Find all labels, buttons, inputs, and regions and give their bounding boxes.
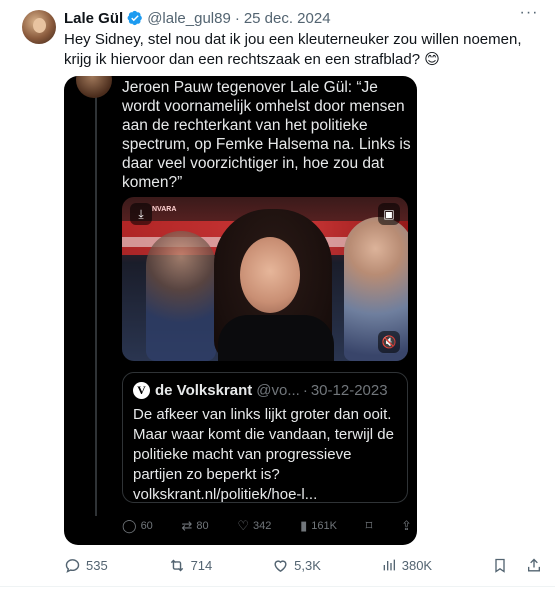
thread-line	[95, 96, 97, 516]
embedded-bookmark-button[interactable]: ⌑	[366, 518, 373, 534]
repost-count: 714	[190, 557, 213, 573]
author-avatar[interactable]	[22, 10, 56, 44]
embedded-views-button[interactable]: ▮ 161K	[300, 518, 337, 534]
embedded-like-count: 342	[253, 520, 272, 532]
embedded-reply-count: 60	[140, 520, 153, 532]
embedded-action-bar: ◯ 60 ⇄ 80 ♡ 342 ▮ 161K ⌑ ⇪	[122, 516, 412, 536]
woman-body	[218, 315, 334, 361]
embedded-like-button[interactable]: ♡ 342	[237, 518, 271, 534]
background-person-left	[146, 231, 216, 361]
woman-face	[240, 237, 300, 313]
quoted-author-handle: @vo...	[256, 382, 300, 399]
tweet-header: Lale Gül @lale_gul89 · 25 dec. 2024	[64, 9, 331, 27]
embedded-views-count: 161K	[311, 520, 337, 532]
embedded-quote-text: Jeroen Pauw tegenover Lale Gül: “Je word…	[122, 79, 411, 191]
views-button[interactable]: 380K	[381, 557, 432, 573]
repost-button[interactable]: 714	[168, 557, 213, 574]
header-separator: ·	[234, 9, 240, 27]
tweet-date[interactable]: 25 dec. 2024	[244, 10, 331, 27]
like-count: 5,3K	[294, 557, 321, 573]
channel-watermark: NVARA	[152, 206, 177, 213]
download-icon[interactable]: ⤓	[130, 203, 152, 225]
quoted-tweet-text: De afkeer van links lijkt groter dan ooi…	[133, 405, 401, 505]
embedded-share-button[interactable]: ⇪	[401, 518, 412, 534]
quoted-tweet[interactable]: V de Volkskrant @vo... · 30-12-2023 De a…	[122, 372, 408, 503]
volkskrant-logo-icon: V	[133, 382, 150, 399]
quoted-separator: ·	[302, 382, 308, 399]
views-count: 380K	[401, 557, 433, 573]
more-options-button[interactable]: ···	[519, 5, 539, 24]
video-player[interactable]: NVARA ⤓ ▣ 🔇	[122, 197, 408, 361]
repost-icon: ⇄	[181, 518, 193, 533]
reply-icon: ◯	[122, 518, 137, 533]
mute-icon[interactable]: 🔇	[378, 331, 400, 353]
quoted-text-body: De afkeer van links lijkt groter dan ooi…	[133, 406, 394, 483]
views-icon	[383, 559, 395, 571]
verified-badge-icon	[127, 10, 143, 26]
embedded-media[interactable]: Jeroen Pauw tegenover Lale Gül: “Je word…	[64, 76, 417, 545]
embedded-repost-count: 80	[196, 520, 209, 532]
tweet: Lale Gül @lale_gul89 · 25 dec. 2024 ··· …	[0, 0, 555, 593]
tweet-action-right	[492, 557, 542, 574]
embedded-reply-button[interactable]: ◯ 60	[122, 518, 153, 534]
heart-icon: ♡	[237, 518, 250, 533]
repost-icon	[170, 559, 183, 571]
quoted-tweet-header: V de Volkskrant @vo... · 30-12-2023	[133, 382, 388, 399]
views-icon: ▮	[300, 518, 308, 533]
tweet-action-bar: 535 714 5,3K 380K	[64, 555, 542, 575]
bottom-divider	[0, 586, 555, 587]
reply-button[interactable]: 535	[64, 557, 108, 574]
author-name[interactable]: Lale Gül	[64, 10, 123, 27]
reply-count: 535	[86, 557, 108, 573]
like-button[interactable]: 5,3K	[272, 557, 321, 574]
heart-icon	[274, 559, 287, 572]
quoted-link[interactable]: volkskrant.nl/politiek/hoe-l...	[133, 486, 317, 503]
embedded-avatar[interactable]	[76, 76, 112, 98]
quoted-date: 30-12-2023	[310, 382, 388, 399]
share-icon: ⇪	[401, 518, 412, 533]
reply-icon	[65, 558, 80, 573]
quoted-author-name: de Volkskrant	[155, 382, 253, 399]
share-icon[interactable]	[526, 557, 542, 574]
picture-in-picture-icon[interactable]: ▣	[378, 203, 400, 225]
bookmark-icon[interactable]	[492, 557, 508, 574]
bookmark-icon: ⌑	[365, 518, 373, 533]
author-handle[interactable]: @lale_gul89	[147, 10, 231, 27]
embedded-repost-button[interactable]: ⇄ 80	[182, 518, 209, 534]
tweet-text: Hey Sidney, stel nou dat ik jou een kleu…	[64, 31, 522, 68]
avatar-face	[33, 18, 46, 33]
